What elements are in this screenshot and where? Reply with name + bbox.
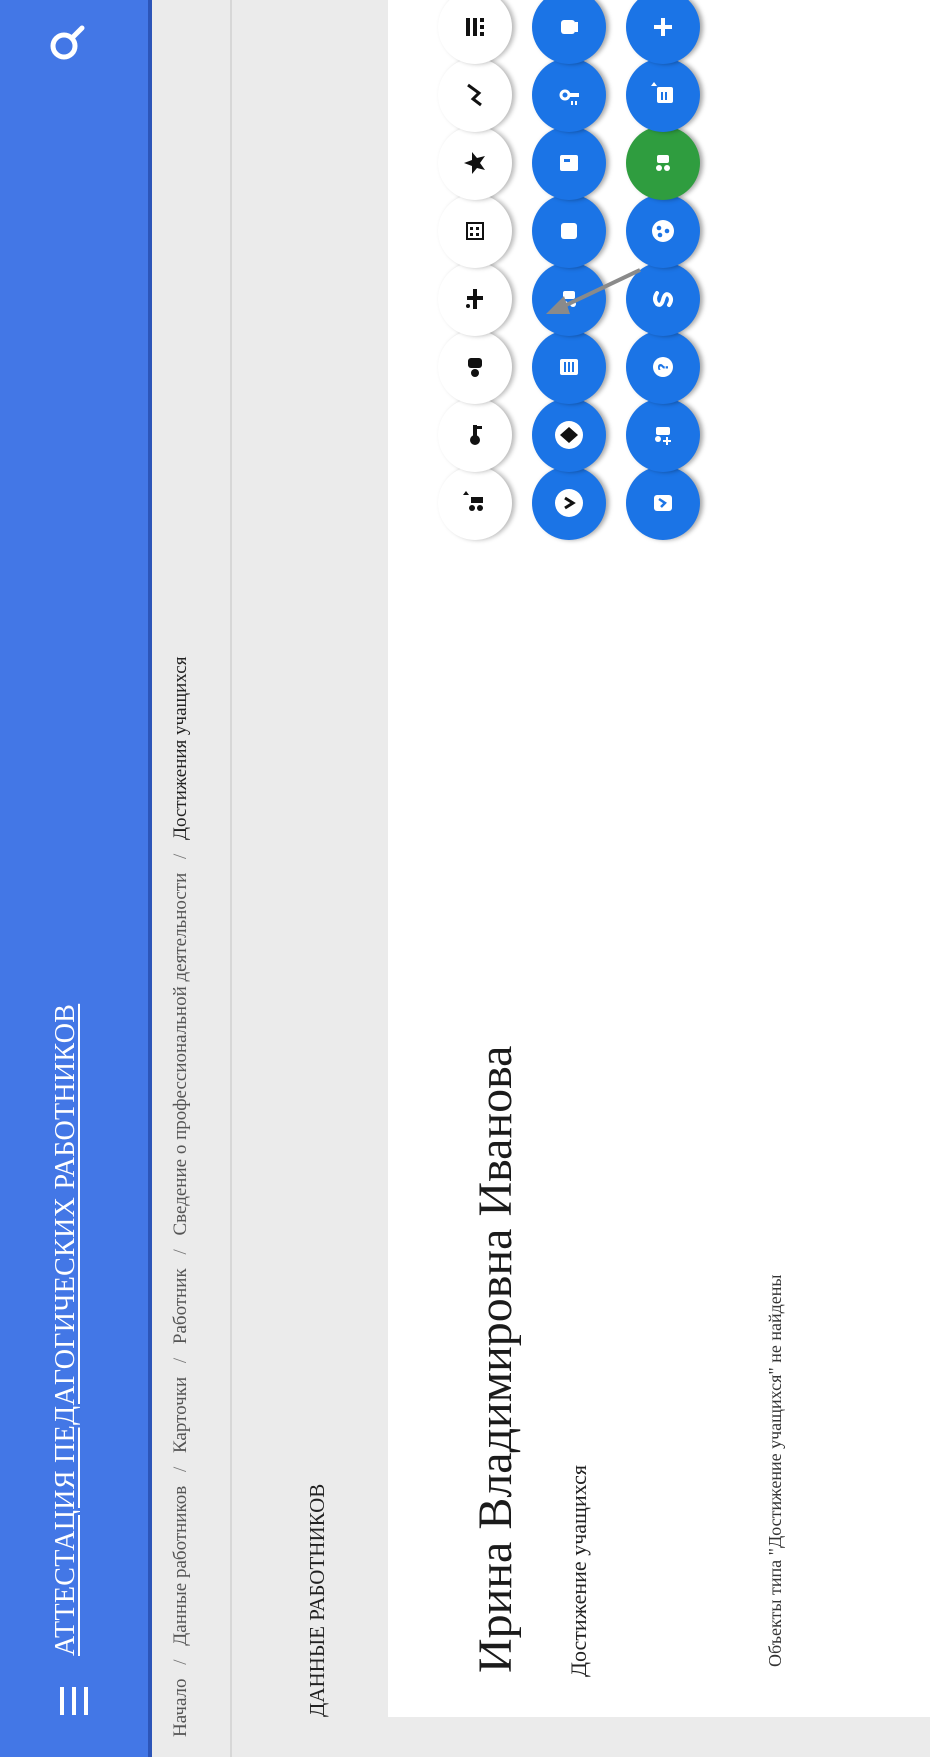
document-icon[interactable] <box>532 330 606 404</box>
person-name: Ирина Владимировна Иванова <box>469 1045 522 1673</box>
svg-text:?: ? <box>657 363 672 371</box>
grid-icon[interactable] <box>438 0 512 64</box>
question-icon[interactable]: ? <box>626 330 700 404</box>
search-icon[interactable] <box>40 12 100 72</box>
students-icon[interactable] <box>626 126 700 200</box>
breadcrumb-employee[interactable]: Работник <box>170 1268 191 1344</box>
appbar-divider <box>148 0 152 1757</box>
chart-icon[interactable] <box>438 58 512 132</box>
empty-message: Объекты типа "Достижение учащихся" не на… <box>765 1274 785 1667</box>
app-bar: АТТЕСТАЦИЯ ПЕДАГОГИЧЕСКИХ РАБОТНИКОВ <box>0 0 148 1757</box>
add-icon[interactable] <box>626 0 700 64</box>
content-card: Ирина Владимировна Иванова Достижение уч… <box>388 0 930 1717</box>
hand-icon[interactable] <box>532 0 606 64</box>
section-title: ДАННЫЕ РАБОТНИКОВ <box>305 1483 329 1717</box>
card-icon[interactable] <box>532 126 606 200</box>
key-icon[interactable] <box>438 398 512 472</box>
breadcrumb-professional-activity[interactable]: Сведение о профессиональной деятельности <box>170 873 191 1236</box>
breadcrumb: Начало / Данные работников / Карточки / … <box>170 656 191 1737</box>
page-subtitle: Достижение учащихся <box>566 1465 591 1677</box>
person-icon[interactable] <box>438 330 512 404</box>
breadcrumb-home[interactable]: Начало <box>170 1678 191 1737</box>
building-icon[interactable] <box>438 194 512 268</box>
diamond-icon[interactable] <box>532 398 606 472</box>
play-document-icon[interactable] <box>626 58 700 132</box>
route-icon[interactable] <box>532 58 606 132</box>
breadcrumb-employees-data[interactable]: Данные работников <box>170 1486 191 1646</box>
dollar-icon[interactable] <box>532 466 606 540</box>
tools-icon[interactable] <box>438 262 512 336</box>
star-icon[interactable] <box>438 126 512 200</box>
menu-icon[interactable] <box>46 1673 102 1729</box>
breadcrumb-current: Достижения учащихся <box>170 656 191 840</box>
app-title[interactable]: АТТЕСТАЦИЯ ПЕДАГОГИЧЕСКИХ РАБОТНИКОВ <box>50 1004 82 1656</box>
pointer-arrow <box>546 268 641 314</box>
users-play-icon[interactable] <box>438 466 512 540</box>
breadcrumb-divider <box>230 0 232 1757</box>
breadcrumb-cards[interactable]: Карточки <box>170 1377 191 1453</box>
add-user-icon[interactable] <box>626 398 700 472</box>
check-icon[interactable] <box>626 466 700 540</box>
app-page: АТТЕСТАЦИЯ ПЕДАГОГИЧЕСКИХ РАБОТНИКОВ Нач… <box>0 0 930 1757</box>
